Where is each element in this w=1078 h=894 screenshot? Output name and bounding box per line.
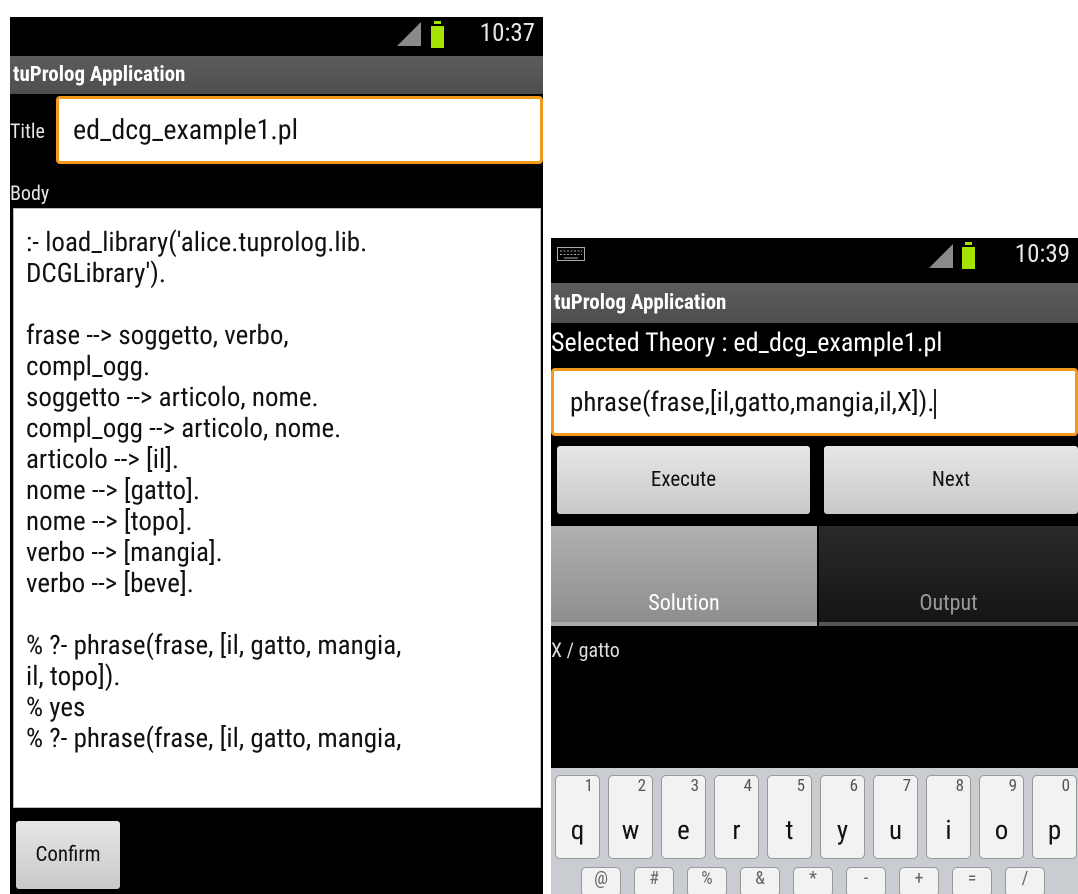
- next-button[interactable]: Next: [824, 446, 1078, 514]
- key-w[interactable]: 2w: [608, 775, 653, 859]
- status-bar: 10:37: [10, 17, 543, 51]
- key-o[interactable]: 9o: [979, 775, 1024, 859]
- key-letter: i: [945, 814, 952, 846]
- text-cursor: [934, 388, 937, 419]
- key-t[interactable]: 5t: [767, 775, 812, 859]
- key-number-hint: 1: [584, 776, 593, 796]
- key-u[interactable]: 7u: [873, 775, 918, 859]
- query-input[interactable]: phrase(frase,[il,gatto,mangia,il,X]).: [551, 368, 1078, 436]
- key-i[interactable]: 8i: [926, 775, 971, 859]
- key-letter: p: [1047, 814, 1062, 846]
- tab-solution[interactable]: Solution: [551, 526, 817, 626]
- key-e[interactable]: 3e: [661, 775, 706, 859]
- key-symbol[interactable]: =: [952, 867, 992, 894]
- selected-theory-label: Selected Theory : ed_dcg_example1.pl: [551, 328, 943, 358]
- execute-button[interactable]: Execute: [557, 446, 810, 514]
- body-textarea[interactable]: :- load_library('alice.tuprolog.lib. DCG…: [13, 208, 541, 808]
- key-letter: u: [888, 814, 903, 846]
- app-title-bar: tuProlog Application: [10, 56, 543, 94]
- key-number-hint: 0: [1061, 776, 1070, 796]
- body-label: Body: [10, 181, 50, 205]
- key-symbol[interactable]: *: [793, 867, 833, 894]
- status-clock: 10:39: [1014, 240, 1070, 269]
- key-number-hint: 8: [955, 776, 964, 796]
- solution-text: X / gatto: [551, 638, 620, 662]
- title-label: Title: [10, 119, 45, 143]
- key-number-hint: 9: [1008, 776, 1017, 796]
- key-y[interactable]: 6y: [820, 775, 865, 859]
- signal-icon: [397, 22, 421, 46]
- battery-icon: [962, 242, 975, 269]
- battery-icon: [431, 21, 444, 48]
- key-number-hint: 2: [637, 776, 646, 796]
- signal-icon: [929, 244, 953, 268]
- key-symbol[interactable]: +: [899, 867, 939, 894]
- key-letter: w: [621, 814, 640, 846]
- tab-solution-label: Solution: [648, 591, 720, 616]
- confirm-button[interactable]: Confirm: [16, 821, 120, 889]
- key-letter: o: [994, 814, 1009, 846]
- key-symbol[interactable]: @: [581, 867, 621, 894]
- soft-keyboard: 1q2w3e4r5t6y7u8i9o0p @ #% & * - + = /: [551, 768, 1078, 894]
- tab-output[interactable]: Output: [819, 526, 1078, 626]
- query-text: phrase(frase,[il,gatto,mangia,il,X]).: [570, 386, 935, 418]
- right-phone-screen: 10:39 tuProlog Application Selected Theo…: [551, 238, 1078, 894]
- key-number-hint: 6: [849, 776, 858, 796]
- key-symbol[interactable]: &: [740, 867, 780, 894]
- key-symbol[interactable]: %: [687, 867, 727, 894]
- key-letter: t: [785, 814, 794, 846]
- key-letter: y: [836, 814, 849, 846]
- key-number-hint: 3: [690, 776, 699, 796]
- tab-output-label: Output: [919, 591, 978, 616]
- key-symbol[interactable]: -: [846, 867, 886, 894]
- key-symbol[interactable]: /: [1005, 867, 1045, 894]
- title-input[interactable]: ed_dcg_example1.pl: [56, 96, 543, 164]
- key-number-hint: 7: [902, 776, 911, 796]
- left-phone-screen: 10:37 tuProlog Application Title ed_dcg_…: [10, 17, 543, 894]
- key-r[interactable]: 4r: [714, 775, 759, 859]
- status-bar: 10:39: [551, 238, 1078, 272]
- status-clock: 10:37: [479, 19, 535, 48]
- key-p[interactable]: 0p: [1032, 775, 1077, 859]
- key-letter: r: [732, 814, 741, 846]
- key-symbol[interactable]: #: [634, 867, 674, 894]
- key-letter: e: [677, 814, 690, 846]
- key-number-hint: 5: [796, 776, 805, 796]
- key-number-hint: 4: [743, 776, 752, 796]
- key-letter: q: [570, 814, 585, 846]
- keyboard-icon: [557, 247, 585, 261]
- key-q[interactable]: 1q: [555, 775, 600, 859]
- app-title-bar: tuProlog Application: [551, 283, 1078, 323]
